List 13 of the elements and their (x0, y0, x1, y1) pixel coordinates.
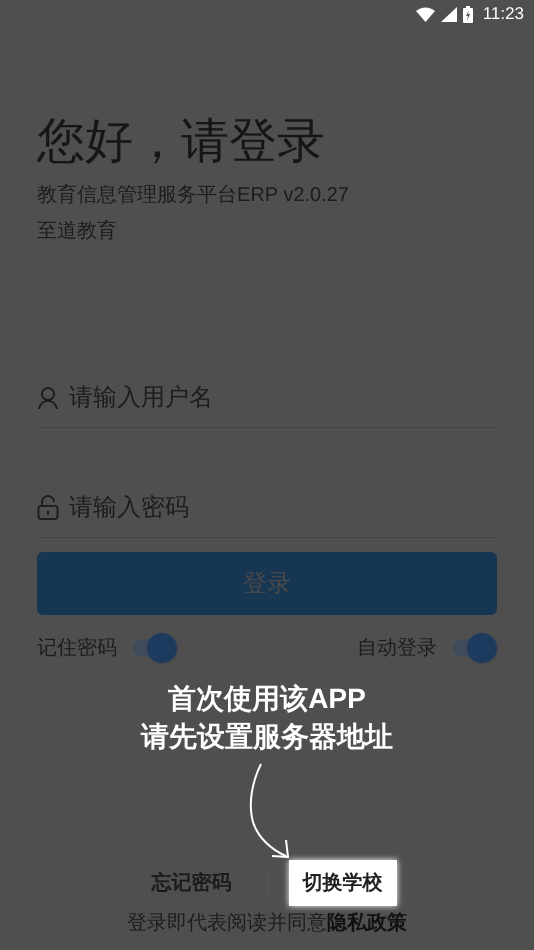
text-link[interactable]: 切换学校 (288, 860, 396, 906)
battery-icon (462, 6, 473, 22)
user-icon (37, 386, 59, 410)
signal-icon (440, 6, 457, 22)
status-time: 11:23 (482, 3, 524, 26)
guide-text: 请先设置服务器地址 (141, 720, 393, 754)
lock-icon (37, 494, 59, 520)
privacy-policy-link[interactable]: 隐私政策 (327, 912, 407, 934)
page-heading: 您好，请登录 (37, 114, 326, 170)
toggle-switch[interactable] (131, 633, 177, 663)
wifi-icon (416, 6, 435, 22)
guide-text: 首次使用该APP (168, 682, 366, 716)
toggle-switch[interactable] (451, 633, 497, 663)
